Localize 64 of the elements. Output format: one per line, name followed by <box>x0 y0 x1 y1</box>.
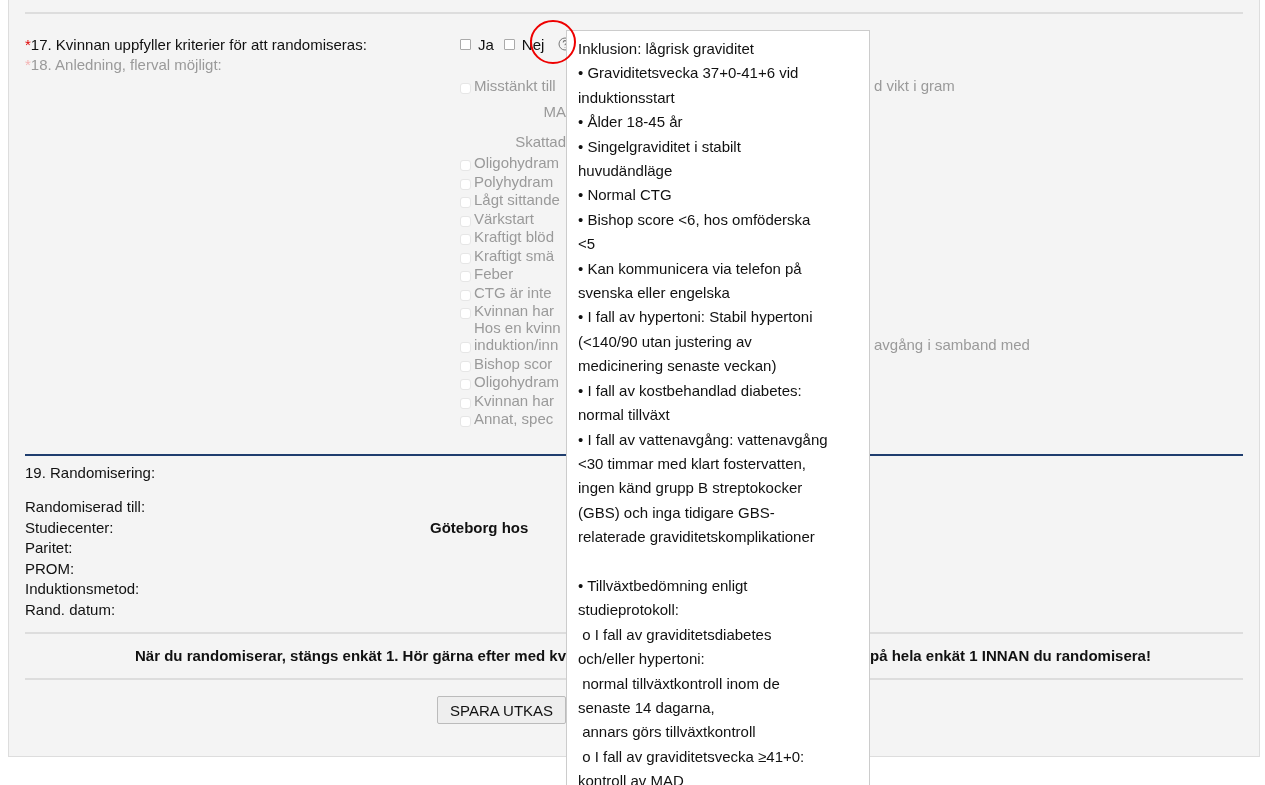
checkbox[interactable] <box>460 38 471 50</box>
option-label: Kraftigt smä <box>474 246 555 264</box>
option-label: Oligohydram <box>474 154 560 171</box>
field-label: Rand. datum: <box>25 599 117 620</box>
field-label: MA <box>543 103 566 120</box>
tooltip-line: huvudändläge <box>578 161 674 182</box>
option-label: Annat, spec <box>474 410 554 427</box>
option-label: Oligohydram <box>474 373 560 390</box>
section-heading: 19. Randomisering: <box>25 463 156 483</box>
option-label: Ja <box>478 35 494 53</box>
notice-text: När du randomiserar, stängs enkät 1. Hör gärna efter med kv <box>134 646 566 666</box>
field-label: Skattad <box>515 132 566 150</box>
tooltip-line: • Ålder 18-45 år <box>578 112 684 133</box>
option-label: Misstänkt till <box>474 76 556 94</box>
tooltip-line: medicinering senaste veckan) <box>578 356 778 377</box>
tooltip-line: • I fall av hypertoni: Stabil hypertoni <box>578 307 814 328</box>
tooltip-line: o I fall av graviditetsdiabetes <box>581 624 773 645</box>
tooltip-line: • Graviditetsvecka 37+0-41+6 vid <box>578 63 800 84</box>
option-label: Feber <box>474 265 514 282</box>
field-label: Studiecenter: <box>25 517 115 538</box>
tooltip-line: • I fall av kostbehandlad diabetes: <box>578 380 803 401</box>
option-label: Bishop scor <box>474 354 553 372</box>
field-label: PROM: <box>25 558 76 579</box>
option-label: Lågt sittande <box>474 191 560 208</box>
option-label: Kvinnan har <box>474 302 555 319</box>
field-label: Randomiserad till: <box>25 497 147 517</box>
tooltip-line: (<140/90 utan justering av <box>578 331 753 352</box>
tooltip-line: <30 timmar med klart fostervatten, <box>578 453 807 474</box>
question-label: *17. Kvinnan uppfyller kriterier för att randomiseras: <box>25 35 368 53</box>
tooltip-line: (GBS) och inga tidigare GBS- <box>578 502 776 523</box>
tooltip-line: senaste 14 dagarna, <box>578 697 716 718</box>
tooltip-line: • Normal CTG <box>578 185 673 206</box>
option-label: avgång i samband med <box>874 336 1031 353</box>
option-label: Kvinnan har <box>474 391 555 409</box>
tooltip-line: annars görs tillväxtkontroll <box>581 722 757 743</box>
notice-text: på hela enkät 1 INNAN du randomisera! <box>870 646 1152 666</box>
option-label: CTG är inte <box>474 283 552 301</box>
tooltip-line: Inklusion: lågrisk graviditet <box>578 39 755 59</box>
option-label: d vikt i gram <box>874 76 956 94</box>
tooltip-line: • Kan kommunicera via telefon på <box>578 258 803 279</box>
field-label: Induktionsmetod: <box>25 579 141 599</box>
option-label: Hos en kvinn induktion/inn <box>474 319 561 353</box>
tooltip-line: och/eller hypertoni: <box>578 649 706 670</box>
tooltip-line: <5 <box>578 234 597 255</box>
tooltip-line: svenska eller engelska <box>578 283 731 304</box>
option-label: Polyhydram <box>474 172 554 190</box>
option-label: Kraftigt blöd <box>474 228 555 245</box>
tooltip-line: normal tillväxtkontroll inom de <box>581 673 781 694</box>
tooltip-line: • I fall av vattenavgång: vattenavgång <box>578 429 829 450</box>
tooltip-line: normal tillväxt <box>578 405 671 426</box>
save-draft-button[interactable]: SPARA UTKAS <box>437 696 567 724</box>
tooltip-line: • Bishop score <6, hos omföderska <box>578 209 812 230</box>
tooltip-line: o I fall av graviditetsvecka ≥41+0: <box>581 746 806 767</box>
question-label: *18. Anledning, flerval möjligt: <box>25 56 222 73</box>
tooltip-line: relaterade graviditetskomplikationer <box>578 527 816 548</box>
tooltip-line: • Singelgraviditet i stabilt <box>578 136 742 157</box>
checkbox[interactable] <box>503 38 515 50</box>
tooltip-line: ingen känd grupp B streptokocker <box>578 478 804 499</box>
tooltip-line: studieprotokoll: <box>578 600 680 621</box>
field-value: Göteborg hos <box>430 517 529 538</box>
tooltip-line: induktionsstart <box>578 87 676 108</box>
field-label: Paritet: <box>25 538 74 558</box>
tooltip-line: • Tillväxtbedömning enligt <box>578 575 749 596</box>
option-label: Värkstart <box>474 209 534 227</box>
